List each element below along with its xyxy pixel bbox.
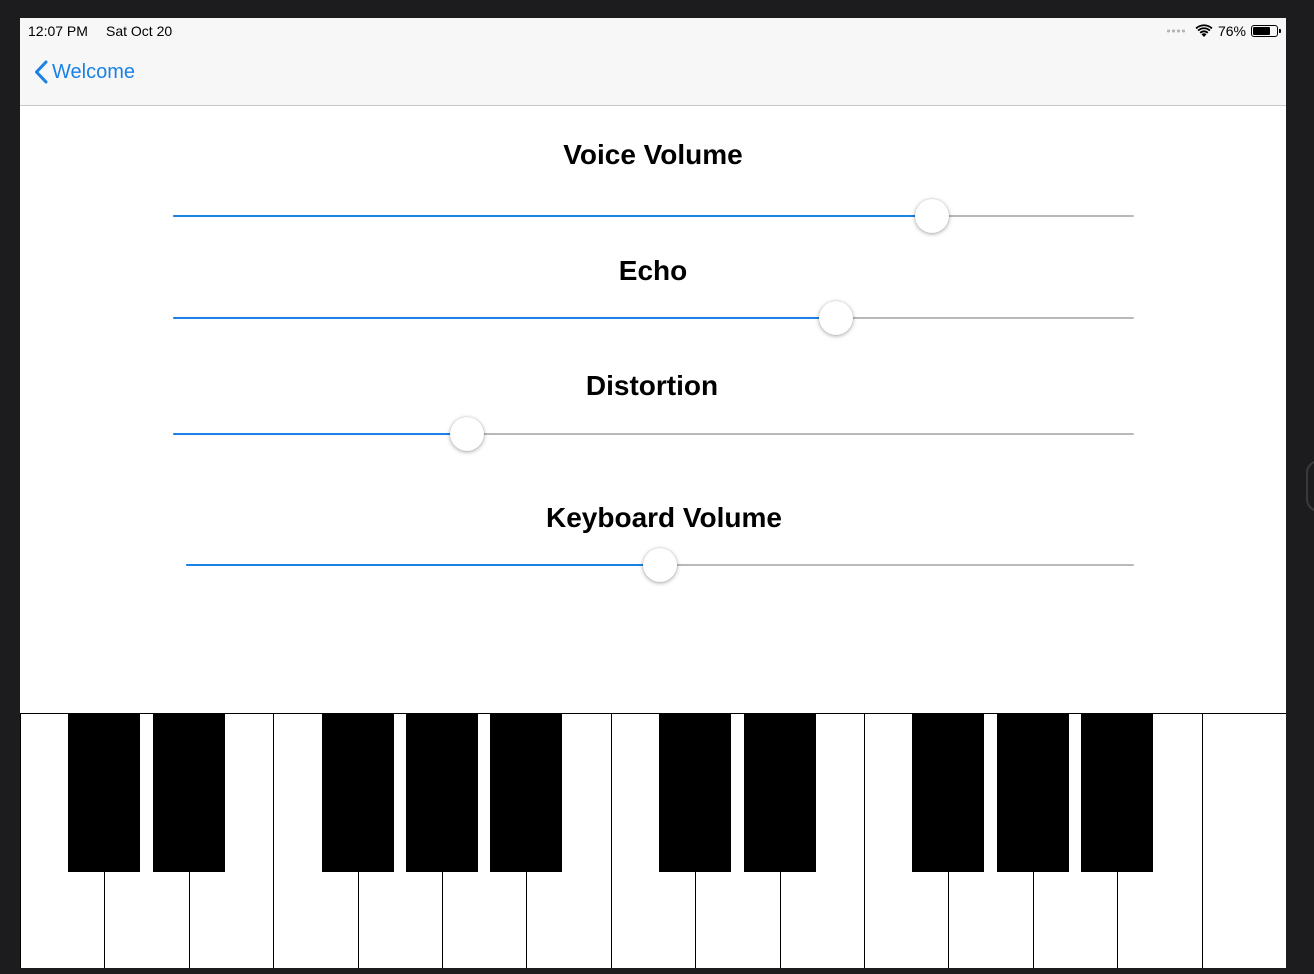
black-key[interactable] xyxy=(912,714,985,872)
piano-keyboard xyxy=(20,713,1286,968)
status-time: 12:07 PM xyxy=(28,23,88,39)
slider-track-min xyxy=(173,317,837,319)
status-date: Sat Oct 20 xyxy=(106,23,173,39)
battery-fill xyxy=(1253,27,1270,35)
battery-cap xyxy=(1279,29,1281,33)
distortion-slider[interactable] xyxy=(173,414,1134,454)
keyboard-volume-slider[interactable] xyxy=(186,545,1134,585)
voice-volume-slider[interactable] xyxy=(173,196,1134,236)
black-key[interactable] xyxy=(152,714,225,872)
slider-track-min xyxy=(173,433,468,435)
black-key[interactable] xyxy=(406,714,478,872)
keyboard-volume-title: Keyboard Volume xyxy=(546,502,782,533)
status-bar: 12:07 PM Sat Oct 20 76% xyxy=(20,18,1286,46)
slider-track-min xyxy=(173,215,933,217)
navigation-bar: Welcome xyxy=(20,46,1286,106)
battery-percent: 76% xyxy=(1217,23,1246,39)
black-key[interactable] xyxy=(743,714,816,872)
status-indicators: 76% xyxy=(1165,23,1281,39)
slider-thumb[interactable] xyxy=(450,417,485,451)
wifi-icon xyxy=(1195,24,1213,37)
slider-track-min xyxy=(186,564,660,566)
voice-volume-title: Voice Volume xyxy=(563,139,743,170)
black-key[interactable] xyxy=(321,714,394,872)
black-key[interactable] xyxy=(68,714,141,872)
black-key[interactable] xyxy=(1081,714,1154,872)
black-key[interactable] xyxy=(490,714,563,872)
black-key[interactable] xyxy=(996,714,1069,872)
cellular-signal-icon xyxy=(1165,29,1186,33)
back-button[interactable]: Welcome xyxy=(34,60,135,84)
distortion-title: Distortion xyxy=(585,370,719,401)
echo-title: Echo xyxy=(618,255,688,286)
white-key[interactable] xyxy=(1201,714,1286,968)
slider-thumb[interactable] xyxy=(819,301,854,335)
back-chevron-icon xyxy=(35,60,48,84)
slider-thumb[interactable] xyxy=(915,199,950,233)
slider-thumb[interactable] xyxy=(643,548,677,582)
app-screen: 12:07 PM Sat Oct 20 76% Welcome Voice Vo… xyxy=(20,18,1286,968)
side-edge-handle xyxy=(1306,460,1314,512)
echo-slider[interactable] xyxy=(173,298,1134,338)
back-button-label: Welcome xyxy=(52,60,135,83)
battery-icon xyxy=(1251,25,1281,37)
black-key[interactable] xyxy=(659,714,732,872)
